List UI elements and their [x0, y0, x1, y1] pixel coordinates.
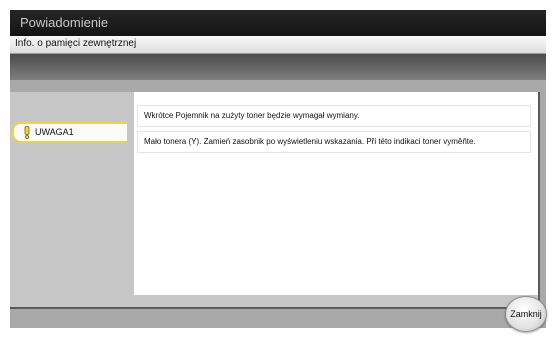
toolbar-strip — [10, 54, 546, 80]
close-button[interactable]: Zamknij — [505, 296, 547, 332]
warning-icon — [24, 126, 30, 139]
page-subtitle: Info. o pamięci zewnętrznej — [15, 38, 137, 49]
panel-screen: Powiadomienie Info. o pamięci zewnętrzne… — [10, 10, 546, 328]
window-title: Powiadomienie — [20, 15, 109, 30]
tab-warning1-label: UWAGA1 — [35, 127, 74, 137]
tab-warning1[interactable]: UWAGA1 — [12, 122, 127, 143]
sub-header: Info. o pamięci zewnętrznej — [10, 36, 546, 54]
message-low-toner: Mało tonera (Y). Zamień zasobnik po wyśw… — [138, 132, 530, 152]
message-toner-waste: Wkrótce Pojemnik na zużyty toner będzie … — [138, 106, 530, 126]
message-area: Wkrótce Pojemnik na zużyty toner będzie … — [134, 92, 538, 295]
title-bar: Powiadomienie — [10, 10, 546, 36]
